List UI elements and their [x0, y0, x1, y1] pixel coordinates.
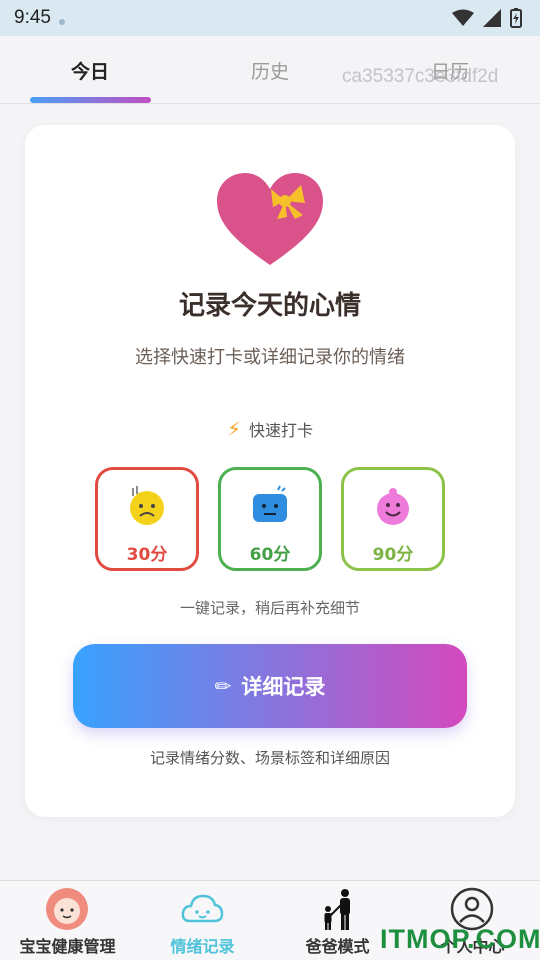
father-child-icon: [324, 889, 350, 930]
detailed-record-button[interactable]: ✏ 详细记录: [73, 644, 467, 728]
nav-item-mood-record[interactable]: 情绪记录: [135, 881, 270, 960]
tab-indicator: [30, 97, 151, 103]
card-subtitle: 选择快速打卡或详细记录你的情绪: [135, 347, 405, 368]
mood-score: 90分: [372, 545, 414, 565]
notification-dot-icon: [58, 19, 65, 25]
nav-item-baby-health[interactable]: 宝宝健康管理: [0, 881, 135, 960]
wifi-icon: [452, 9, 474, 26]
lightning-icon: ⚡: [226, 417, 242, 441]
quick-checkin-label: ⚡ 快速打卡: [25, 417, 515, 441]
sad-face-icon: [130, 486, 164, 525]
heart-gift-icon: [217, 173, 323, 265]
brand-watermark: ITMOP.COM: [380, 924, 540, 954]
tab-today[interactable]: 今日: [30, 36, 150, 104]
top-tab-bar: 今日 历史 日历: [0, 36, 540, 104]
quick-checkin-hint: 一键记录，稍后再补充细节: [179, 599, 360, 617]
neutral-face-icon: [253, 485, 287, 522]
mood-option-30[interactable]: 30分: [95, 467, 199, 571]
tab-history[interactable]: 历史: [210, 36, 330, 104]
baby-avatar-icon: [46, 888, 88, 930]
mood-card: 记录今天的心情 选择快速打卡或详细记录你的情绪 ⚡ 快速打卡 30分 60分 9…: [25, 125, 515, 817]
mood-option-90[interactable]: 90分: [341, 467, 445, 571]
pencil-icon: ✏: [214, 674, 232, 698]
detailed-record-description: 记录情绪分数、场景标签和详细原因: [149, 749, 390, 767]
happy-face-icon: [377, 488, 409, 525]
nav-label: 情绪记录: [170, 937, 235, 956]
tab-calendar[interactable]: 日历: [390, 36, 510, 104]
cloud-face-icon: [181, 894, 224, 923]
card-title: 记录今天的心情: [178, 291, 361, 321]
signal-icon: [483, 9, 501, 27]
status-time: 9:45: [14, 7, 51, 28]
quick-checkin-text: 快速打卡: [249, 421, 314, 440]
status-bar: 9:45: [0, 0, 540, 36]
mood-score: 30分: [126, 545, 168, 565]
nav-label: 宝宝健康管理: [19, 937, 116, 956]
battery-icon: [510, 8, 522, 28]
status-icons: [452, 8, 522, 28]
detailed-record-label: 详细记录: [241, 675, 326, 699]
mood-score: 60分: [249, 545, 291, 565]
mood-option-60[interactable]: 60分: [218, 467, 322, 571]
